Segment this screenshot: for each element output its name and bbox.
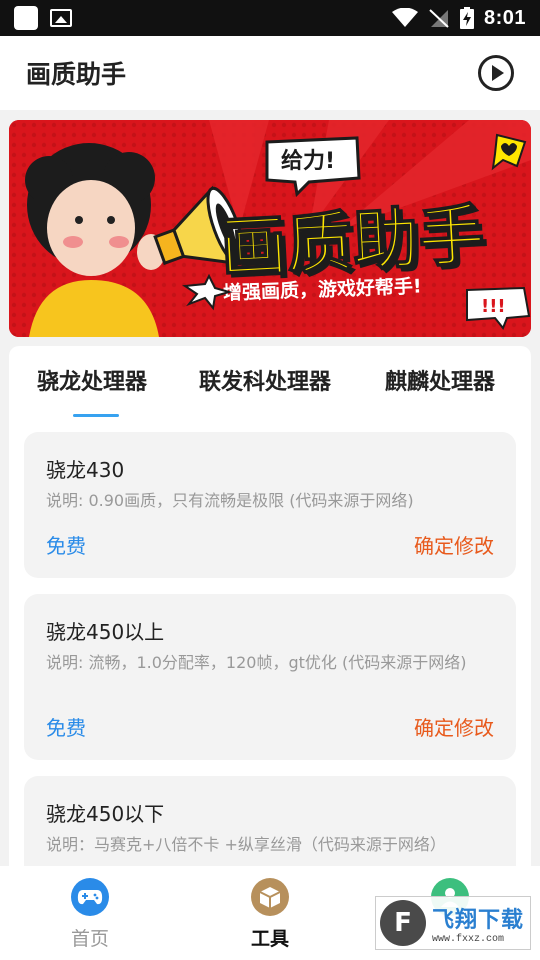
watermark-logo-icon: F [380, 900, 426, 946]
promo-banner[interactable]: 给力! 画质助手 画质助手 增强画质，游戏好帮手! !!! [9, 120, 531, 337]
banner-badge-text: 给力! [281, 148, 335, 174]
processor-card: 骁龙处理器 联发科处理器 麒麟处理器 骁龙430 说明: 0.90画质，只有流畅… [9, 346, 531, 866]
svg-text:画质助手: 画质助手 [219, 196, 487, 287]
processor-tabs: 骁龙处理器 联发科处理器 麒麟处理器 [9, 346, 531, 418]
box-icon [251, 878, 289, 916]
nav-home[interactable]: 首页 [40, 878, 140, 951]
confirm-modify-button[interactable]: 确定修改 [414, 530, 494, 559]
banner-illustration: 给力! 画质助手 画质助手 增强画质，游戏好帮手! !!! [9, 120, 531, 337]
watermark: F 飞翔下载 www.fxxz.com [375, 896, 531, 950]
nav-tools-label: 工具 [250, 928, 289, 950]
watermark-url: www.fxxz.com [432, 933, 505, 945]
banner-exclaim: !!! [481, 296, 506, 317]
no-signal-icon [429, 9, 449, 28]
app-square-icon [14, 6, 38, 30]
app-bar: 画质助手 [0, 36, 540, 110]
free-label: 免费 [46, 716, 86, 740]
list-item: 骁龙450以下 说明：马赛克+八倍不卡 +纵享丝滑（代码来源于网络） [24, 776, 516, 866]
play-circle-icon[interactable] [478, 55, 514, 91]
tab-mediatek[interactable]: 联发科处理器 [199, 364, 331, 396]
free-label: 免费 [46, 534, 86, 558]
battery-charging-icon [459, 7, 474, 29]
tab-indicator [73, 414, 119, 417]
status-time: 8:01 [483, 6, 526, 29]
status-bar: 8:01 [0, 0, 540, 36]
gamepad-icon [71, 878, 109, 916]
item-title: 骁龙450以下 [46, 802, 165, 826]
list-item: 骁龙450以上 说明: 流畅，1.0分配率，120帧，gt优化 (代码来源于网络… [24, 594, 516, 760]
item-title: 骁龙450以上 [46, 620, 165, 644]
watermark-name: 飞翔下载 [432, 907, 525, 933]
app-title: 画质助手 [26, 60, 127, 89]
item-description: 说明: 流畅，1.0分配率，120帧，gt优化 (代码来源于网络) [46, 653, 467, 672]
confirm-modify-button[interactable]: 确定修改 [414, 712, 494, 741]
item-title: 骁龙430 [46, 458, 125, 482]
image-icon [50, 9, 72, 27]
tab-snapdragon[interactable]: 骁龙处理器 [37, 364, 147, 396]
nav-home-label: 首页 [70, 928, 109, 950]
tab-kirin[interactable]: 麒麟处理器 [385, 364, 495, 396]
nav-tools[interactable]: 工具 [220, 878, 320, 951]
item-description: 说明: 0.90画质，只有流畅是极限 (代码来源于网络) [46, 491, 414, 510]
wifi-icon [391, 8, 418, 27]
item-description: 说明：马赛克+八倍不卡 +纵享丝滑（代码来源于网络） [46, 835, 446, 854]
list-item: 骁龙430 说明: 0.90画质，只有流畅是极限 (代码来源于网络) 免费 确定… [24, 432, 516, 578]
